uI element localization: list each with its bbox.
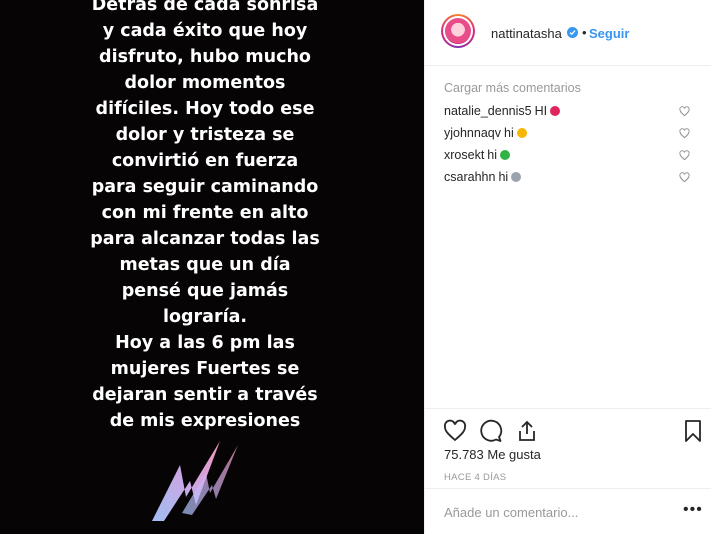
comment-like-heart-icon[interactable] (679, 128, 690, 139)
share-icon[interactable] (515, 419, 539, 443)
kissing-face-icon (516, 128, 527, 138)
quote-line: dejaran sentir a través (92, 385, 318, 405)
comment-item: csarahhn hi (444, 170, 704, 188)
avatar[interactable] (441, 14, 475, 48)
post-timestamp[interactable]: HACE 4 DÍAS (444, 472, 506, 483)
heart-eyes-icon (550, 106, 561, 116)
quote-line: lograría. (162, 307, 248, 327)
brand-logo-icon (152, 441, 238, 521)
quote-line: dolor y tristeza se (115, 125, 295, 145)
comment-item: natalie_dennis5 HI (444, 104, 704, 122)
comment-like-heart-icon[interactable] (679, 150, 690, 161)
verified-badge-icon (567, 27, 578, 38)
save-bookmark-icon[interactable] (681, 419, 705, 443)
add-comment-bar: ••• (425, 488, 711, 535)
quote-line: pensé que jamás (121, 281, 289, 301)
comment-like-heart-icon[interactable] (679, 106, 690, 117)
quote-line: con mi frente en alto (101, 203, 309, 223)
username-link[interactable]: nattinatasha (491, 26, 562, 41)
comment-username[interactable]: xrosekt (444, 148, 484, 162)
likes-count[interactable]: 75.783 Me gusta (444, 447, 541, 462)
load-more-comments-link[interactable]: Cargar más comentarios (444, 81, 581, 95)
comment-bubble-icon[interactable] (479, 419, 503, 443)
quote-line: metas que un día (119, 255, 291, 275)
follow-button[interactable]: Seguir (589, 26, 629, 41)
cat-face-icon (511, 172, 522, 182)
like-heart-icon[interactable] (443, 419, 467, 443)
quote-line: y cada éxito que hoy (102, 21, 308, 41)
quote-line: dolor momentos (124, 73, 286, 93)
comment-item: yjohnnaqv hi (444, 126, 704, 144)
quote-line: de mis expresiones (109, 411, 301, 431)
post-sidebar: nattinatasha • Seguir Cargar más comenta… (424, 0, 711, 534)
quote-line: Detrás de cada sonrisa (91, 0, 319, 15)
comment-text: HI (534, 104, 548, 118)
comment-like-heart-icon[interactable] (679, 172, 690, 183)
post-image: Detrás de cada sonrisa y cada éxito que h… (0, 0, 424, 534)
comment-text: hi (487, 148, 498, 162)
comment-text: hi (504, 126, 514, 140)
comment-username[interactable]: natalie_dennis5 (444, 104, 532, 118)
post-quote-text: Detrás de cada sonrisa y cada éxito que h… (0, 0, 410, 434)
comment-username[interactable]: csarahhn (444, 170, 495, 184)
quote-line: convirtió en fuerza (111, 151, 299, 171)
actions-bar (425, 408, 711, 442)
quote-line: disfruto, hubo mucho (99, 47, 311, 67)
quote-line: para alcanzar todas las (90, 229, 320, 249)
comment-text: hi (498, 170, 509, 184)
quote-line: Hoy a las 6 pm las (115, 333, 295, 353)
quote-line: difíciles. Hoy todo ese (95, 99, 315, 119)
comment-item: xrosekt hi (444, 148, 704, 166)
green-heart-icon (500, 150, 511, 160)
comment-input[interactable] (444, 505, 664, 520)
post-header: nattinatasha • Seguir (425, 0, 711, 66)
separator-dot: • (582, 25, 587, 40)
quote-line: para seguir caminando (91, 177, 319, 197)
comment-username[interactable]: yjohnnaqv (444, 126, 501, 140)
more-options-button[interactable]: ••• (683, 501, 703, 519)
quote-line: mujeres Fuertes se (110, 359, 300, 379)
